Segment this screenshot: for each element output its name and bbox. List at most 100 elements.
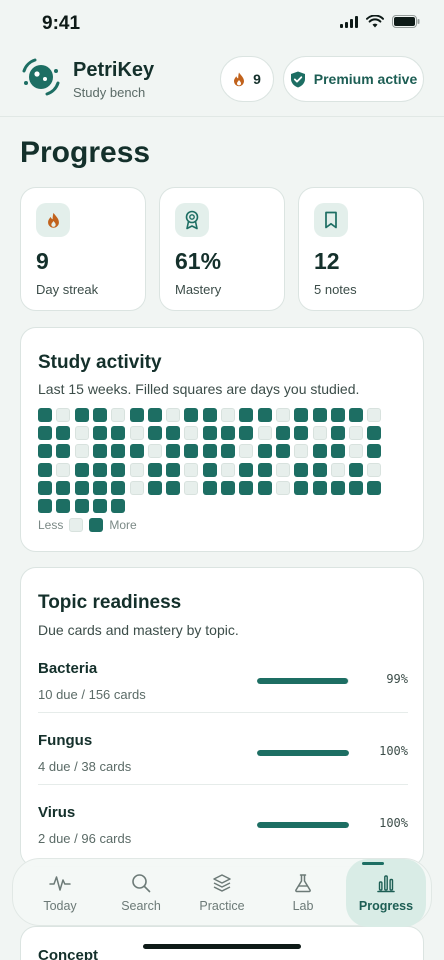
activity-day-cell <box>275 444 290 459</box>
activity-day-cell <box>221 444 235 459</box>
battery-icon <box>392 15 420 28</box>
activity-day-cell <box>294 408 309 422</box>
activity-day-cell <box>221 408 235 422</box>
activity-day-cell <box>166 426 181 441</box>
premium-status-pill[interactable]: Premium active <box>283 56 424 102</box>
activity-day-cell <box>56 426 71 441</box>
activity-day-cell <box>56 408 71 422</box>
activity-day-cell <box>367 480 382 495</box>
activity-day-cell <box>349 426 364 441</box>
tab-search[interactable]: Search <box>101 859 181 927</box>
status-icons <box>340 15 420 28</box>
topic-row-fungus[interactable]: Fungus 4 due / 38 cards 100% <box>38 732 408 804</box>
activity-legend: Less More <box>38 518 137 532</box>
activity-day-cell <box>202 426 217 441</box>
wifi-icon <box>366 15 384 28</box>
activity-day-cell <box>367 408 382 422</box>
petri-logo-icon[interactable] <box>20 56 62 98</box>
topic-row-bacteria[interactable]: Bacteria 10 due / 156 cards 99% <box>38 660 408 732</box>
flame-icon <box>234 72 245 86</box>
page-title: Progress <box>20 136 151 169</box>
topic-divider <box>38 712 408 713</box>
app-subtitle: Study bench <box>73 85 146 100</box>
activity-day-cell <box>349 480 364 495</box>
activity-day-cell <box>294 444 309 459</box>
signal-icon <box>340 15 358 28</box>
activity-day-cell <box>202 444 217 459</box>
activity-day-cell <box>56 480 71 495</box>
tab-label: Progress <box>358 899 414 913</box>
streak-pill[interactable]: 9 <box>220 56 274 102</box>
activity-day-cell <box>330 480 345 495</box>
stat-value: 9 <box>36 248 49 274</box>
activity-day-cell <box>111 462 126 477</box>
tab-lab[interactable]: Lab <box>263 859 343 927</box>
active-tab-indicator <box>362 862 384 865</box>
activity-day-cell <box>312 408 327 422</box>
topic-progress-fill <box>257 678 349 684</box>
tab-today[interactable]: Today <box>20 859 100 927</box>
activity-day-cell <box>349 408 364 422</box>
activity-day-cell <box>111 480 126 495</box>
stat-value: 61% <box>175 248 222 274</box>
activity-day-cell <box>166 444 181 459</box>
activity-day-cell <box>92 444 107 459</box>
activity-day-cell <box>330 462 345 477</box>
legend-less: Less <box>38 518 64 532</box>
award-icon <box>185 210 199 230</box>
activity-day-cell <box>349 462 364 477</box>
topics-subtitle: Due cards and mastery by topic. <box>38 622 239 638</box>
tab-progress[interactable]: Progress <box>346 859 426 927</box>
concept-title: Concept <box>38 947 98 960</box>
bottom-tab-bar: Today Search Practice Lab Progress <box>12 858 432 927</box>
activity-day-cell <box>239 426 254 441</box>
status-time: 9:41 <box>42 13 81 34</box>
activity-day-cell <box>166 480 181 495</box>
topic-progress-bar <box>257 750 349 756</box>
tab-practice[interactable]: Practice <box>182 859 262 927</box>
activity-day-cell <box>221 462 235 477</box>
activity-day-cell <box>147 444 162 459</box>
pulse-icon <box>49 876 71 891</box>
activity-day-cell <box>367 444 382 459</box>
topic-name: Fungus <box>38 732 93 749</box>
activity-day-cell <box>74 480 89 495</box>
activity-day-cell <box>38 408 52 422</box>
topic-meta: 2 due / 96 cards <box>38 831 132 846</box>
concept-card-peek: Concept <box>20 926 424 960</box>
stat-card-notes[interactable]: 12 5 notes <box>298 187 424 311</box>
activity-day-cell <box>275 462 290 477</box>
stat-card-mastery[interactable]: 61% Mastery <box>159 187 285 311</box>
activity-day-cell <box>129 444 144 459</box>
activity-subtitle: Last 15 weeks. Filled squares are days y… <box>38 381 360 397</box>
activity-day-cell <box>166 408 181 422</box>
activity-day-cell <box>239 408 254 422</box>
activity-day-cell <box>294 426 309 441</box>
activity-title: Study activity <box>38 352 162 373</box>
activity-day-cell <box>294 480 309 495</box>
streak-count: 9 <box>253 71 261 87</box>
shield-check-icon <box>290 71 305 87</box>
topic-progress-bar <box>257 678 349 684</box>
home-indicator[interactable] <box>143 944 301 949</box>
activity-day-cell <box>92 426 107 441</box>
activity-day-cell <box>257 444 272 459</box>
layers-icon <box>213 874 231 892</box>
activity-day-cell <box>312 444 327 459</box>
activity-day-cell <box>202 480 217 495</box>
tab-label: Today <box>43 899 77 913</box>
activity-day-cell <box>74 444 89 459</box>
tab-label: Practice <box>199 899 245 913</box>
activity-day-cell <box>74 462 89 477</box>
activity-day-cell <box>147 408 162 422</box>
activity-day-cell <box>349 444 364 459</box>
activity-day-cell <box>38 499 52 513</box>
topic-name: Bacteria <box>38 660 98 677</box>
stat-value: 12 <box>314 248 340 274</box>
activity-day-cell <box>275 426 290 441</box>
stat-icon-box <box>314 203 348 237</box>
activity-day-cell <box>38 480 52 495</box>
activity-day-cell <box>312 480 327 495</box>
stat-card-streak[interactable]: 9 Day streak <box>20 187 146 311</box>
activity-day-cell <box>184 408 199 422</box>
